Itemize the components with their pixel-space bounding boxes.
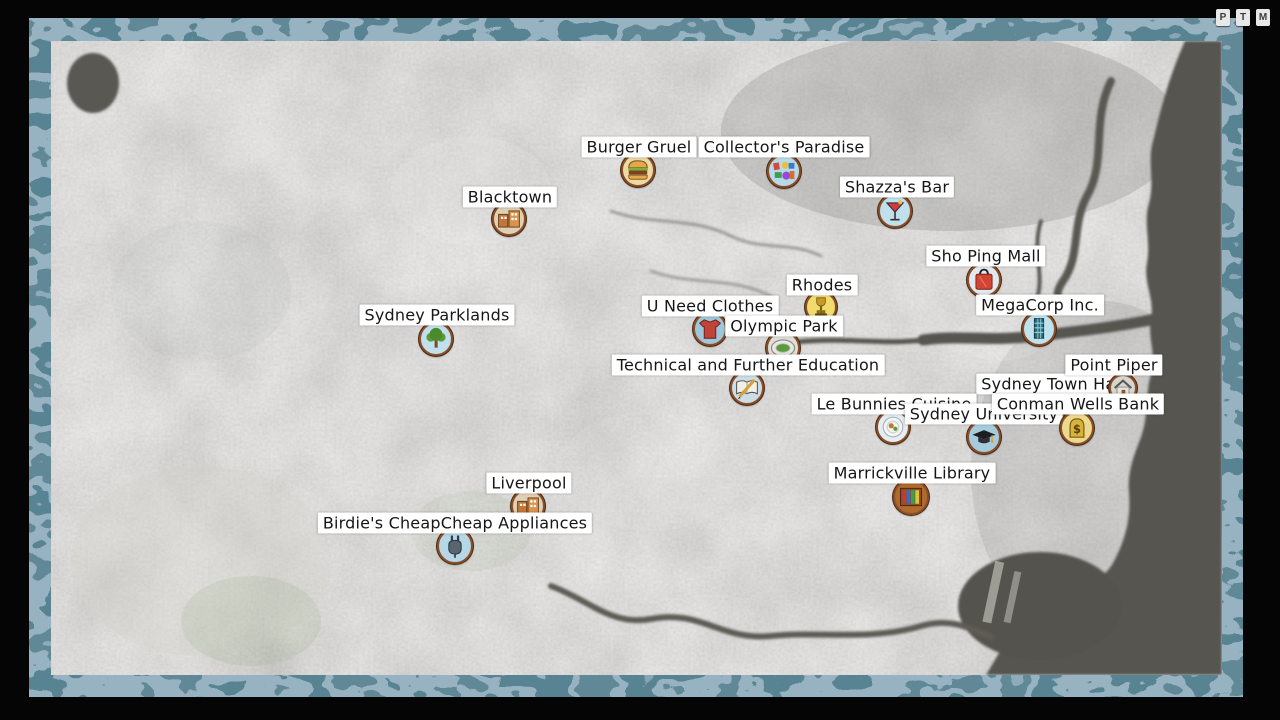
marker-label[interactable]: Sho Ping Mall [926,246,1045,267]
svg-text:$: $ [1073,422,1081,436]
burger-icon[interactable] [621,153,655,187]
hud-button-m[interactable]: M [1256,9,1270,26]
marker-label[interactable]: Marrickville Library [829,463,996,484]
marker-label[interactable]: Technical and Further Education [612,355,885,376]
hud-button-p[interactable]: P [1216,9,1230,26]
marker-label[interactable]: MegaCorp Inc. [976,295,1104,316]
marker-label[interactable]: Point Piper [1065,355,1162,376]
marker-label[interactable]: Burger Gruel [582,137,697,158]
cocktail-icon[interactable] [878,194,912,228]
bookpencil-icon[interactable] [730,371,764,405]
marker-label[interactable]: Blacktown [463,187,557,208]
marker-label[interactable]: Conman Wells Bank [992,394,1164,415]
bag-icon[interactable] [967,263,1001,297]
tree-icon[interactable] [419,322,453,356]
tshirt-icon[interactable] [693,312,727,346]
marker-label[interactable]: Collector's Paradise [699,137,870,158]
game-map-screen: Burger Gruel Collector's Paradise Blackt… [0,0,1280,720]
marker-label[interactable]: Olympic Park [725,316,843,337]
collectibles-icon[interactable] [767,154,801,188]
marker-label[interactable]: Shazza's Bar [840,177,954,198]
marker-label[interactable]: Birdie's CheapCheap Appliances [318,513,592,534]
hud-button-t[interactable]: T [1236,9,1250,26]
marker-label[interactable]: Liverpool [486,473,571,494]
gradcap-icon[interactable] [967,420,1001,454]
marker-label[interactable]: Sydney Town Hall [976,374,1129,395]
books-icon[interactable] [893,479,929,515]
marker-label[interactable]: Sydney Parklands [360,305,515,326]
skyscraper-icon[interactable] [1022,312,1056,346]
marker-label[interactable]: Rhodes [787,275,858,296]
marker-label[interactable]: U Need Clothes [642,296,779,317]
bank-icon[interactable]: $ [1060,411,1094,445]
map-mode-buttons: P T M [1216,9,1270,26]
